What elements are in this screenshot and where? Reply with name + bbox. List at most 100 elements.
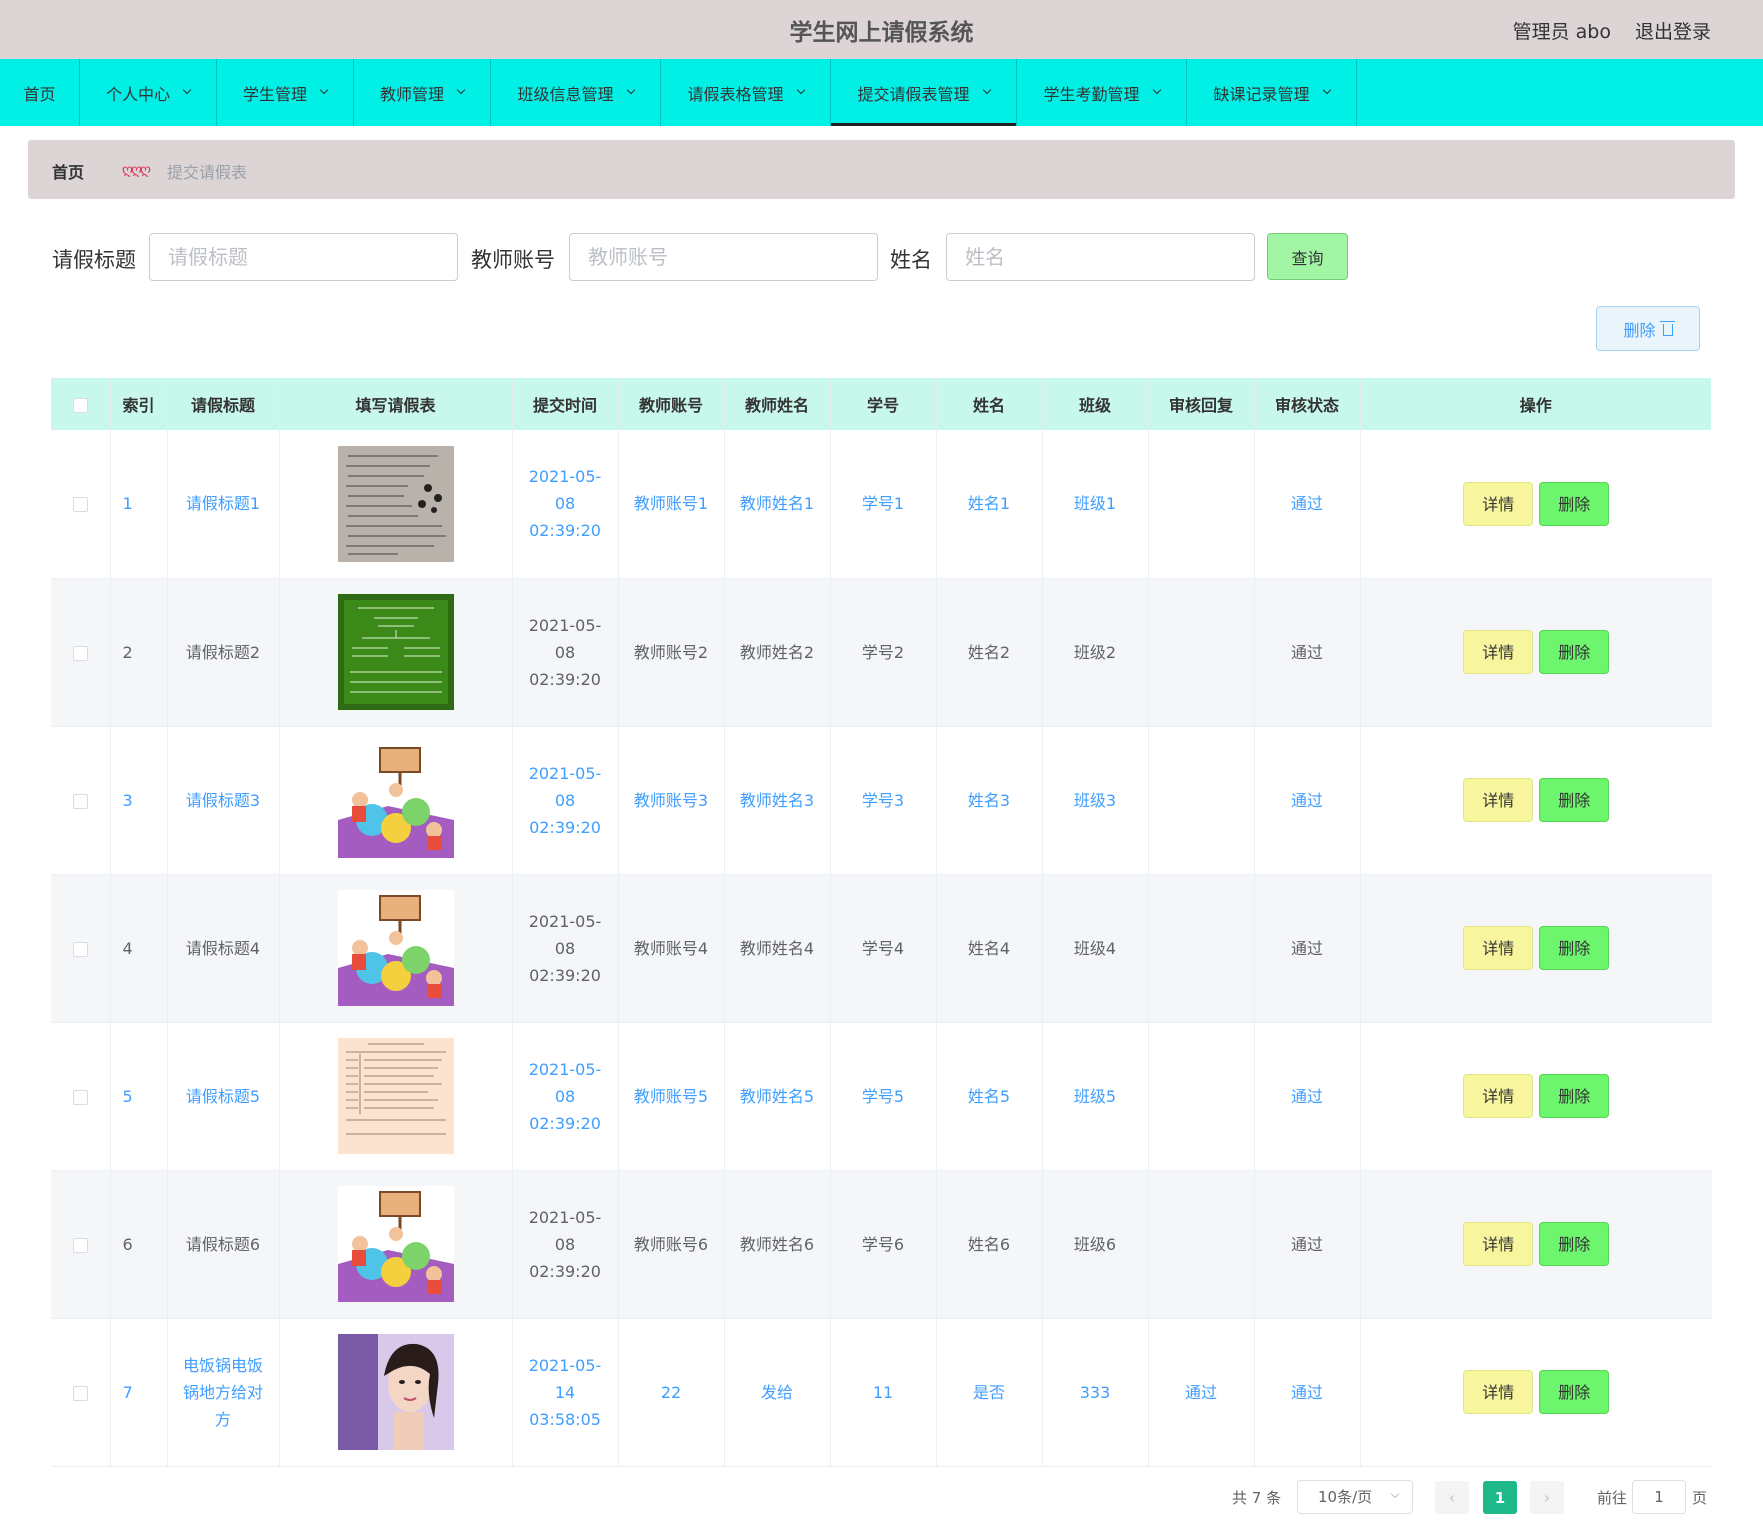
row-checkbox[interactable]	[72, 1385, 88, 1401]
current-user: 管理员 abo	[1512, 21, 1611, 43]
nav-item-home[interactable]: 首页	[0, 59, 80, 126]
row-checkbox[interactable]	[72, 793, 88, 809]
cell-teacher-account: 22	[618, 1318, 725, 1467]
prev-page-button[interactable]: ‹	[1435, 1481, 1469, 1514]
cell-review-reply	[1148, 430, 1255, 579]
row-select-cell[interactable]	[51, 1318, 111, 1467]
delete-button[interactable]: 删除	[1539, 1370, 1610, 1414]
query-button[interactable]: 查询	[1267, 233, 1348, 280]
cell-name: 姓名6	[936, 1170, 1043, 1319]
cell-teacher-account: 教师账号4	[618, 874, 725, 1023]
delete-button[interactable]: 删除	[1539, 778, 1610, 822]
cell-actions: 详情 删除	[1360, 1170, 1712, 1319]
nav-item-absence-record-management[interactable]: 缺课记录管理	[1187, 59, 1357, 126]
cell-review-status: 通过	[1254, 1170, 1361, 1319]
nav-item-student-management[interactable]: 学生管理	[217, 59, 354, 126]
nav-label: 学生考勤管理	[1043, 84, 1140, 104]
paper-form-image[interactable]	[337, 1038, 454, 1154]
detail-button[interactable]: 详情	[1463, 926, 1534, 970]
page-size-select[interactable]: 10条/页	[1297, 1480, 1413, 1514]
logout-link[interactable]: 退出登录	[1635, 17, 1711, 44]
row-checkbox[interactable]	[72, 645, 88, 661]
row-select-cell[interactable]	[51, 578, 111, 727]
breadcrumb-home[interactable]: 首页	[52, 159, 84, 183]
cell-index: 1	[110, 430, 168, 579]
page-size-value: 10条/页	[1318, 1488, 1373, 1506]
row-select-cell[interactable]	[51, 1022, 111, 1171]
cell-class: 333	[1042, 1318, 1149, 1467]
pagination-total: 共 7 条	[1232, 1489, 1282, 1507]
row-select-cell[interactable]	[51, 726, 111, 875]
leave-title-input[interactable]	[149, 233, 458, 281]
cell-index: 6	[110, 1170, 168, 1319]
column-header: 请假标题	[167, 378, 280, 430]
current-page-button[interactable]: 1	[1483, 1481, 1517, 1514]
delete-button[interactable]: 删除	[1539, 1074, 1610, 1118]
history-chalkboard-image[interactable]	[337, 594, 454, 710]
row-checkbox[interactable]	[72, 497, 88, 513]
cell-review-reply	[1148, 726, 1255, 875]
name-input[interactable]	[946, 233, 1255, 281]
cell-teacher-account: 教师账号5	[618, 1022, 725, 1171]
row-checkbox[interactable]	[72, 1237, 88, 1253]
english-cartoon-image[interactable]	[337, 1186, 454, 1302]
teacher-account-label: 教师账号	[471, 248, 555, 272]
row-checkbox[interactable]	[72, 941, 88, 957]
delete-button[interactable]: 删除	[1539, 481, 1610, 526]
goto-page-input[interactable]	[1632, 1480, 1686, 1514]
goto-label: 前往	[1597, 1489, 1628, 1507]
teacher-account-input[interactable]	[569, 233, 878, 281]
cell-submit-time: 2021-05-14 03:58:05	[512, 1318, 619, 1467]
name-label: 姓名	[890, 248, 932, 272]
english-cartoon-image[interactable]	[337, 742, 454, 858]
nav-item-leave-form-management[interactable]: 请假表格管理	[661, 59, 831, 126]
cell-class: 班级3	[1042, 726, 1149, 875]
portrait-photo-image[interactable]	[337, 1334, 454, 1450]
english-cartoon-image[interactable]	[337, 890, 454, 1006]
next-page-button[interactable]: ›	[1530, 1481, 1564, 1514]
nav-item-attendance-management[interactable]: 学生考勤管理	[1017, 59, 1187, 126]
nav-item-teacher-management[interactable]: 教师管理	[354, 59, 491, 126]
detail-button[interactable]: 详情	[1463, 1222, 1534, 1266]
nav-label: 教师管理	[379, 84, 444, 104]
chevron-left-icon: ‹	[1448, 1488, 1456, 1507]
cell-name: 是否	[936, 1318, 1043, 1467]
detail-button[interactable]: 详情	[1463, 1370, 1534, 1414]
delete-button[interactable]: 删除	[1539, 1222, 1610, 1266]
cell-teacher-name: 教师姓名1	[724, 430, 831, 579]
select-all-checkbox[interactable]	[72, 397, 88, 413]
cell-teacher-account: 教师账号6	[618, 1170, 725, 1319]
cell-leave-title: 请假标题4	[167, 874, 280, 1023]
cell-index: 5	[110, 1022, 168, 1171]
row-checkbox[interactable]	[72, 1089, 88, 1105]
detail-button[interactable]: 详情	[1463, 630, 1534, 674]
detail-button[interactable]: 详情	[1463, 778, 1534, 822]
cell-teacher-name: 教师姓名6	[724, 1170, 831, 1319]
nav-item-personal-center[interactable]: 个人中心	[80, 59, 217, 126]
nav-item-class-info-management[interactable]: 班级信息管理	[491, 59, 661, 126]
cell-leave-form-image	[279, 1022, 513, 1171]
row-select-cell[interactable]	[51, 1170, 111, 1319]
cell-actions: 详情 删除	[1360, 1318, 1712, 1467]
cell-submit-time: 2021-05-08 02:39:20	[512, 1170, 619, 1319]
cell-teacher-account: 教师账号3	[618, 726, 725, 875]
nav-item-submitted-leave-management[interactable]: 提交请假表管理	[831, 59, 1017, 126]
cell-submit-time: 2021-05-08 02:39:20	[512, 430, 619, 579]
cell-student-id: 学号4	[830, 874, 937, 1023]
detail-button[interactable]: 详情	[1463, 1074, 1534, 1118]
cell-teacher-name: 教师姓名4	[724, 874, 831, 1023]
nav-label: 个人中心	[105, 84, 170, 104]
delete-button[interactable]: 删除	[1539, 926, 1610, 970]
select-all-cell[interactable]	[51, 378, 111, 430]
row-select-cell[interactable]	[51, 874, 111, 1023]
bulk-delete-button[interactable]: 删除	[1596, 306, 1700, 351]
cell-index: 7	[110, 1318, 168, 1467]
worksheet-scan-image[interactable]	[337, 445, 454, 562]
table-row: 3 请假标题3 2021-05-08 02:39:20 教师账号3 教师姓名3 …	[51, 726, 1712, 875]
column-header: 索引	[110, 378, 168, 430]
row-select-cell[interactable]	[51, 430, 111, 579]
column-header: 学号	[830, 378, 937, 430]
detail-button[interactable]: 详情	[1463, 481, 1534, 526]
delete-button[interactable]: 删除	[1539, 630, 1610, 674]
column-header: 教师姓名	[724, 378, 831, 430]
